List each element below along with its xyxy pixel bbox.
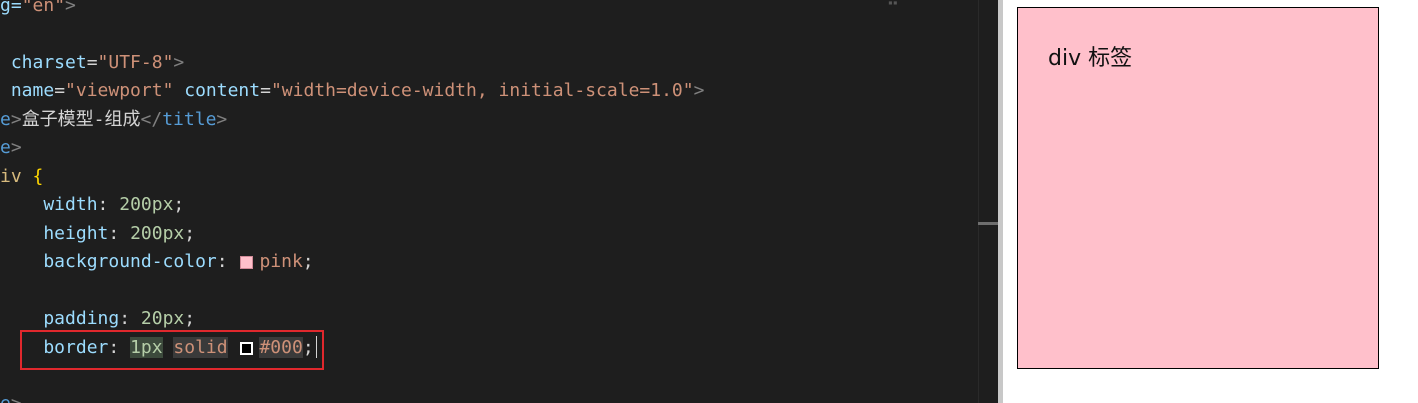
code-token: padding: [0, 308, 120, 329]
code-token: height: [0, 223, 109, 244]
code-token: content: [173, 80, 261, 101]
code-editor[interactable]: g="en"> charset="UTF-8"> name="viewport"…: [0, 0, 998, 403]
preview-div-box: div 标签: [1017, 7, 1379, 369]
code-token: >: [173, 52, 185, 73]
code-token: =: [86, 52, 98, 73]
code-token: e: [0, 137, 11, 158]
code-line: g="en">: [0, 0, 76, 20]
code-token: {: [21, 166, 44, 187]
code-line: e>盒子模型-组成</title>: [0, 106, 227, 134]
code-token: :: [216, 251, 239, 272]
color-swatch-icon[interactable]: [240, 255, 254, 269]
code-line: name="viewport" content="width=device-wi…: [0, 77, 705, 105]
code-token: =: [260, 80, 271, 101]
code-line: e>: [0, 134, 22, 162]
code-line: height: 200px;: [0, 220, 195, 248]
code-line: charset="UTF-8">: [0, 49, 184, 77]
scrollbar-thumb[interactable]: [978, 222, 998, 225]
code-token: charset: [0, 52, 87, 73]
scrollbar[interactable]: [978, 0, 998, 403]
code-token: >: [216, 109, 228, 130]
code-token: "en": [21, 0, 66, 16]
code-token: :: [108, 223, 131, 244]
code-token: "viewport": [65, 80, 174, 101]
code-token: >: [693, 80, 705, 101]
code-token: name: [0, 80, 55, 101]
code-token: iv: [0, 166, 22, 187]
code-token: ;: [302, 251, 314, 272]
code-line: iv {: [0, 163, 43, 191]
code-token: ;: [173, 194, 185, 215]
code-token: 200px: [119, 194, 174, 215]
code-line: background-color: pink;: [0, 248, 314, 276]
overview-ruler-icon: ▪▪: [888, 0, 898, 7]
code-token: >: [11, 393, 22, 403]
highlight-box: [20, 330, 324, 370]
code-token: >: [10, 109, 22, 130]
code-token: e: [0, 109, 11, 130]
code-token: width: [0, 194, 98, 215]
code-line: width: 200px;: [0, 191, 184, 219]
code-token: 20px: [140, 308, 185, 329]
div-text: div 标签: [1048, 46, 1133, 71]
code-token: title: [162, 109, 217, 130]
code-token: "width=device-width, initial-scale=1.0": [270, 80, 694, 101]
code-token: </: [140, 109, 163, 130]
code-token: pink: [259, 251, 303, 272]
code-token: :: [119, 308, 141, 329]
browser-preview: div 标签: [1003, 0, 1418, 403]
text-cursor: [316, 336, 317, 358]
code-token: >: [10, 137, 22, 158]
code-token: ;: [184, 223, 196, 244]
code-token: e: [0, 393, 11, 403]
code-token: 200px: [130, 223, 185, 244]
code-token: background-color: [0, 251, 217, 272]
code-token: =: [54, 80, 66, 101]
code-line: e>: [0, 390, 22, 403]
code-token: 盒子模型-组成: [21, 109, 141, 130]
code-token: ;: [184, 308, 196, 329]
code-token: :: [97, 194, 120, 215]
code-line: padding: 20px;: [0, 305, 195, 333]
code-token: g=: [0, 0, 22, 16]
code-token: "UTF-8": [97, 52, 174, 73]
code-token: >: [65, 0, 76, 16]
